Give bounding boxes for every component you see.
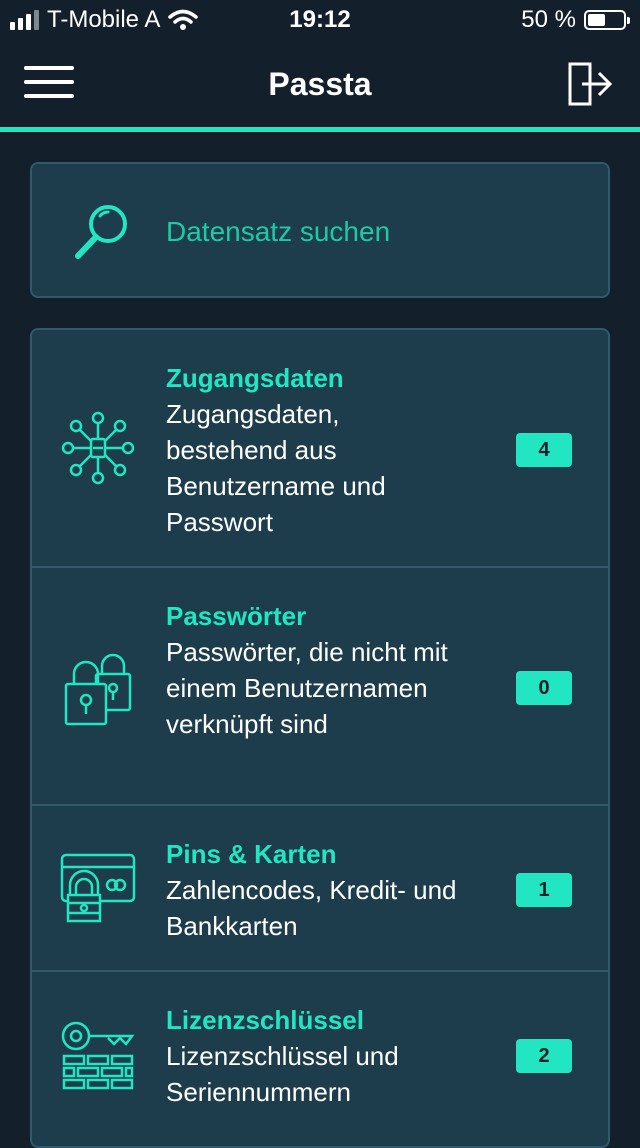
status-right: 50 % bbox=[521, 6, 630, 34]
count-badge: 1 bbox=[516, 873, 572, 907]
count-badge: 2 bbox=[516, 1039, 572, 1073]
item-title: Zugangsdaten bbox=[166, 363, 344, 393]
navigation-bar: Passta bbox=[0, 40, 640, 128]
category-list: Zugangsdaten Zugangsdaten, bestehend aus… bbox=[30, 328, 610, 1148]
list-item-passwoerter[interactable]: Passwörter Passwörter, die nicht mit ein… bbox=[32, 568, 608, 806]
padlocks-icon bbox=[64, 653, 132, 726]
list-item-pins-karten[interactable]: Pins & Karten Zahlencodes, Kredit- und B… bbox=[32, 806, 608, 972]
header-accent-line bbox=[0, 127, 640, 132]
search-placeholder: Datensatz suchen bbox=[166, 216, 391, 247]
key-bricks-icon bbox=[61, 1021, 135, 1090]
item-title: Lizenzschlüssel bbox=[166, 1005, 364, 1035]
battery-icon bbox=[584, 10, 630, 30]
list-item-zugangsdaten[interactable]: Zugangsdaten Zugangsdaten, bestehend aus… bbox=[32, 330, 608, 568]
item-description: Lizenzschlüssel und Seriennummern bbox=[166, 1041, 399, 1107]
count-badge: 0 bbox=[516, 671, 572, 705]
search-icon bbox=[75, 205, 127, 259]
count-badge: 4 bbox=[516, 433, 572, 467]
search-field[interactable]: Datensatz suchen bbox=[30, 162, 610, 298]
status-bar: T-Mobile A 19:12 50 % bbox=[0, 0, 640, 40]
battery-fill bbox=[588, 14, 605, 26]
item-description: Zahlencodes, Kredit- und Bankkarten bbox=[166, 875, 457, 941]
item-description: Zugangsdaten, bestehend aus Benutzername… bbox=[166, 399, 386, 537]
battery-percent: 50 % bbox=[521, 6, 576, 33]
page-title: Passta bbox=[268, 66, 372, 102]
item-title: Passwörter bbox=[166, 601, 307, 631]
list-item-lizenzschluessel[interactable]: Lizenzschlüssel Lizenzschlüssel und Seri… bbox=[32, 972, 608, 1146]
logout-icon[interactable] bbox=[566, 60, 614, 108]
card-lock-icon bbox=[60, 853, 136, 923]
item-description: Passwörter, die nicht mit einem Benutzer… bbox=[166, 637, 448, 739]
item-title: Pins & Karten bbox=[166, 839, 337, 869]
network-nodes-icon bbox=[61, 411, 135, 485]
